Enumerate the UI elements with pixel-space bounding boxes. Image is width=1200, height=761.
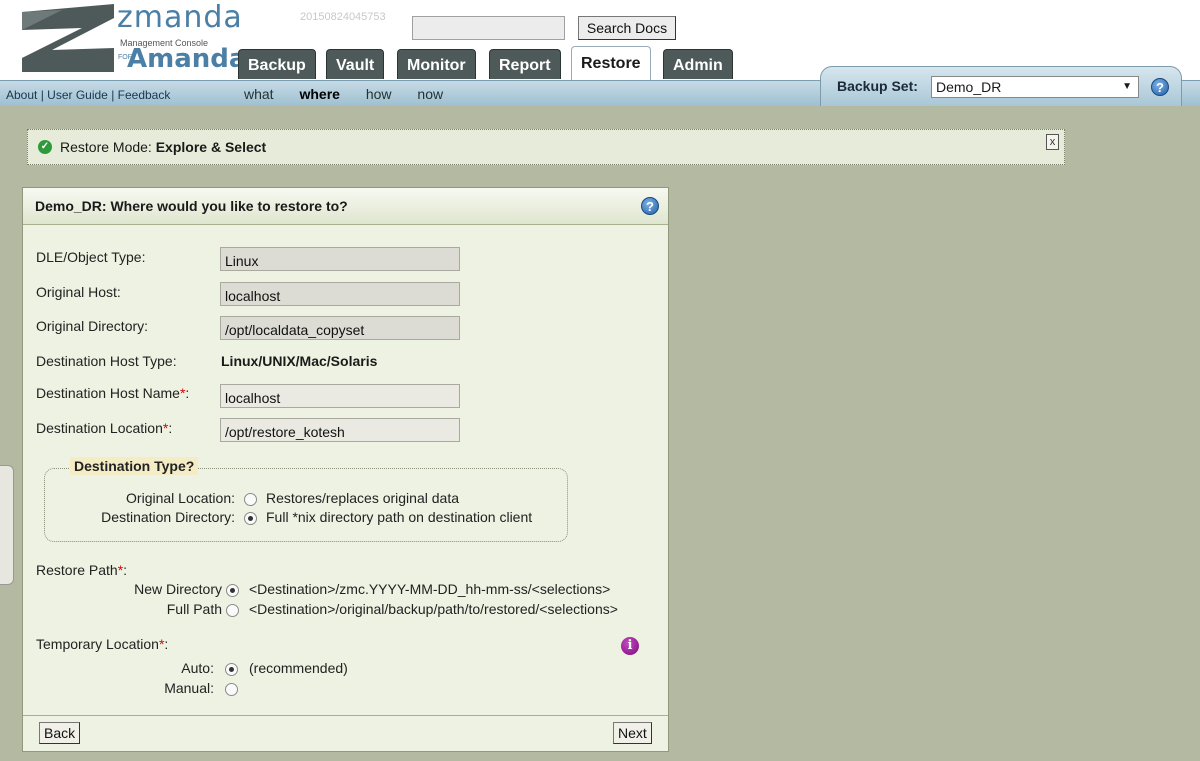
- restore-where-panel: Demo_DR: Where would you like to restore…: [22, 187, 669, 752]
- original-directory-label: Original Directory:: [36, 318, 149, 334]
- backup-set-label: Backup Set:: [837, 78, 918, 94]
- panel-help-icon[interactable]: ?: [641, 197, 659, 215]
- close-mode-button[interactable]: x: [1046, 134, 1059, 150]
- restore-path-label: Restore Path*:: [36, 562, 127, 578]
- option-description: <Destination>/original/backup/path/to/re…: [249, 601, 618, 617]
- label-colon: :: [123, 562, 128, 578]
- panel-footer: Back Next: [23, 715, 668, 751]
- option-description: Full *nix directory path on destination …: [266, 509, 533, 525]
- help-icon[interactable]: ?: [1151, 78, 1169, 96]
- check-circle-icon: ✓: [38, 140, 52, 154]
- search-input[interactable]: [412, 16, 565, 40]
- destination-type-legend: Destination Type?: [70, 457, 199, 475]
- restore-mode-text: Restore Mode: Explore & Select: [60, 139, 266, 155]
- back-button[interactable]: Back: [39, 722, 81, 744]
- wizard-steps: what where how now: [244, 86, 465, 102]
- dropdown-arrow-icon: ▼: [1122, 81, 1132, 92]
- label-text: Destination Host Name: [36, 385, 180, 401]
- next-button[interactable]: Next: [613, 722, 652, 744]
- panel-title-bar: Demo_DR: Where would you like to restore…: [23, 188, 668, 225]
- destination-type-group: Destination Type? Original Location: Res…: [44, 457, 568, 542]
- restore-mode-bar: ✓ Restore Mode: Explore & Select x: [27, 129, 1065, 165]
- backup-set-tab: Backup Set: Demo_DR ▼ ?: [820, 66, 1182, 106]
- about-link[interactable]: About: [6, 88, 37, 102]
- option-new-directory: New Directory <Destination>/zmc.YYYY-MM-…: [23, 581, 663, 599]
- logo-for-text: FOR: [118, 54, 133, 61]
- radio-destination-directory[interactable]: [244, 512, 257, 525]
- header: zmanda Management Console FOR Amanda 201…: [0, 0, 1200, 106]
- radio-manual[interactable]: [225, 683, 238, 696]
- destination-host-type-label: Destination Host Type:: [36, 353, 177, 369]
- option-description: Restores/replaces original data: [266, 490, 459, 506]
- logo-amanda-text: Amanda: [127, 44, 247, 74]
- tab-vault[interactable]: Vault: [326, 49, 385, 79]
- option-label: Original Location:: [126, 490, 235, 506]
- option-label: Auto:: [181, 660, 214, 676]
- option-description: <Destination>/zmc.YYYY-MM-DD_hh-mm-ss/<s…: [249, 581, 611, 597]
- label-colon: :: [185, 385, 190, 401]
- temporary-location-label: Temporary Location*:: [36, 636, 168, 652]
- backup-set-value: Demo_DR: [936, 79, 1002, 95]
- option-original-location: Original Location: Restores/replaces ori…: [45, 490, 565, 508]
- option-label: Full Path: [166, 601, 222, 617]
- original-host-label: Original Host:: [36, 284, 121, 300]
- backup-set-select[interactable]: Demo_DR ▼: [931, 76, 1139, 98]
- feedback-link[interactable]: Feedback: [118, 88, 171, 102]
- option-label: New Directory: [134, 581, 222, 597]
- link-separator: |: [37, 88, 48, 102]
- option-description: (recommended): [249, 660, 348, 676]
- label-colon: :: [164, 636, 169, 652]
- original-directory-field: /opt/localdata_copyset: [220, 316, 460, 340]
- tab-admin[interactable]: Admin: [663, 49, 733, 79]
- logo-zmanda-text: zmanda: [117, 0, 243, 35]
- user-guide-link[interactable]: User Guide: [47, 88, 108, 102]
- radio-auto[interactable]: [225, 663, 238, 676]
- zmanda-logo[interactable]: zmanda Management Console FOR Amanda: [22, 0, 246, 74]
- dle-type-field: Linux: [220, 247, 460, 271]
- destination-host-name-input[interactable]: localhost: [220, 384, 460, 408]
- destination-host-name-label: Destination Host Name*:: [36, 385, 189, 401]
- side-panel-handle[interactable]: [0, 465, 14, 585]
- option-destination-directory: Destination Directory: Full *nix directo…: [45, 509, 565, 527]
- restore-mode-prefix: Restore Mode:: [60, 139, 152, 155]
- original-host-field: localhost: [220, 282, 460, 306]
- zmanda-z-logo-icon: [22, 4, 114, 72]
- tab-restore[interactable]: Restore: [571, 46, 651, 80]
- panel-title: Demo_DR: Where would you like to restore…: [35, 198, 348, 214]
- info-icon[interactable]: i: [621, 637, 639, 655]
- destination-location-input[interactable]: /opt/restore_kotesh: [220, 418, 460, 442]
- step-what[interactable]: what: [244, 86, 274, 102]
- tab-report[interactable]: Report: [489, 49, 561, 79]
- label-text: Restore Path: [36, 562, 118, 578]
- radio-new-directory[interactable]: [226, 584, 239, 597]
- label-text: Temporary Location: [36, 636, 159, 652]
- destination-location-label: Destination Location*:: [36, 420, 172, 436]
- tab-backup[interactable]: Backup: [238, 49, 316, 79]
- destination-host-type-value: Linux/UNIX/Mac/Solaris: [221, 353, 378, 369]
- step-where[interactable]: where: [299, 86, 339, 102]
- option-label: Manual:: [164, 680, 214, 696]
- option-auto: Auto: (recommended): [23, 660, 663, 678]
- link-separator: |: [107, 88, 118, 102]
- option-full-path: Full Path <Destination>/original/backup/…: [23, 601, 663, 619]
- option-label: Destination Directory:: [101, 509, 235, 525]
- option-manual: Manual:: [23, 680, 663, 698]
- tab-monitor[interactable]: Monitor: [397, 49, 476, 79]
- label-colon: :: [168, 420, 173, 436]
- step-how[interactable]: how: [366, 86, 392, 102]
- radio-original-location[interactable]: [244, 493, 257, 506]
- step-now[interactable]: now: [417, 86, 443, 102]
- radio-full-path[interactable]: [226, 604, 239, 617]
- restore-mode-value: Explore & Select: [155, 139, 267, 155]
- search-docs-button[interactable]: Search Docs: [578, 16, 676, 40]
- help-links: About | User Guide | Feedback: [6, 88, 170, 102]
- dle-type-label: DLE/Object Type:: [36, 249, 146, 265]
- label-text: Destination Location: [36, 420, 163, 436]
- build-id: 20150824045753: [300, 11, 386, 23]
